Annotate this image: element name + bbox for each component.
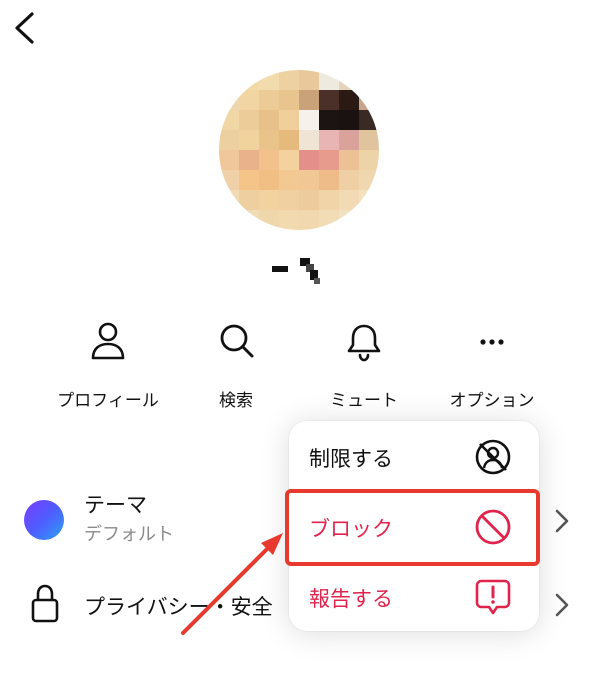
action-profile[interactable]: プロフィール: [48, 318, 168, 411]
menu-report-label: 報告する: [309, 587, 393, 611]
back-chevron-icon[interactable]: [10, 8, 40, 48]
action-mute-label: ミュート: [330, 391, 398, 411]
chevron-right-icon: [555, 509, 569, 533]
action-profile-label: プロフィール: [57, 391, 159, 411]
action-search-label: 検索: [219, 391, 253, 411]
theme-title: テーマ: [84, 493, 147, 517]
lock-icon: [31, 584, 59, 623]
annotation-highlight-box: [285, 489, 540, 566]
theme-value: デフォルト: [84, 524, 174, 545]
restrict-icon: [475, 439, 511, 475]
menu-restrict-label: 制限する: [309, 447, 393, 471]
chevron-right-icon: [555, 593, 569, 617]
theme-color-swatch: [24, 500, 64, 540]
menu-item-report[interactable]: 報告する: [289, 563, 539, 631]
search-icon: [220, 324, 254, 358]
person-icon: [91, 322, 125, 360]
bell-icon: [347, 324, 381, 362]
action-mute[interactable]: ミュート: [304, 318, 424, 411]
action-options-label: オプション: [449, 391, 535, 411]
annotation-arrow-icon: [181, 533, 283, 635]
avatar: [219, 70, 379, 230]
action-options[interactable]: オプション: [432, 318, 552, 411]
username-pixelated: [272, 258, 320, 284]
report-icon: [475, 579, 511, 615]
more-icon: [480, 339, 504, 345]
profile-actions: プロフィール 検索 ミュート オプション: [0, 318, 600, 418]
action-search[interactable]: 検索: [176, 318, 296, 411]
menu-item-restrict[interactable]: 制限する: [289, 423, 539, 491]
